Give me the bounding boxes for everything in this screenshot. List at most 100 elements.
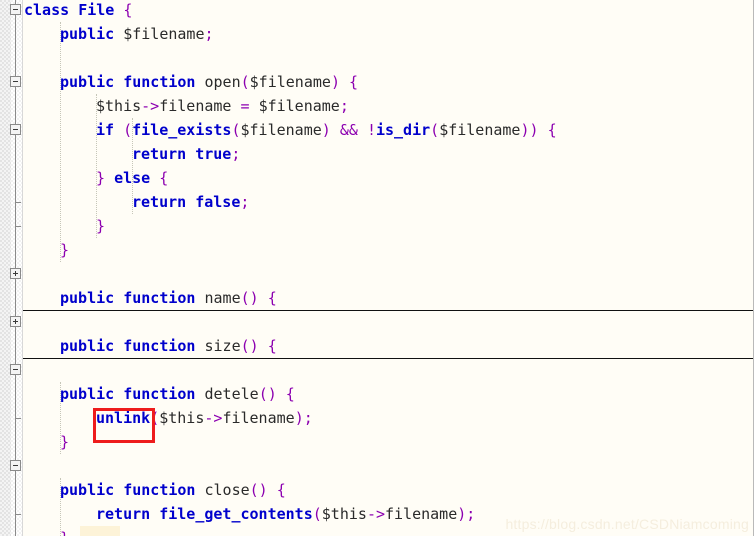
fold-collapsed-line [23, 358, 753, 359]
fold-collapse-icon[interactable] [10, 4, 21, 15]
code-token: detele [204, 385, 259, 403]
code-token: ( [312, 505, 322, 523]
fold-tick-icon [15, 202, 21, 203]
code-token: public [60, 25, 115, 43]
code-token: && [339, 121, 358, 139]
code-line[interactable]: return file_get_contents($this->filename… [96, 502, 475, 526]
code-line[interactable]: public function open($filename) { [60, 70, 358, 94]
code-line[interactable]: } [96, 214, 105, 238]
code-line[interactable]: } [60, 526, 69, 536]
code-line[interactable]: public function detele() { [60, 382, 295, 406]
code-token: File [78, 1, 115, 19]
code-token: size [204, 337, 241, 355]
code-token: { [159, 169, 169, 187]
code-token: filename [385, 505, 458, 523]
fold-collapse-icon[interactable] [10, 76, 21, 87]
code-line[interactable]: } [60, 238, 69, 262]
code-line[interactable]: } [60, 430, 69, 454]
code-token: } [96, 217, 106, 235]
code-token: function [123, 481, 196, 499]
fold-collapse-icon[interactable] [10, 364, 21, 375]
code-token: { [276, 481, 286, 499]
code-token: function [123, 73, 196, 91]
code-token: $this [321, 505, 367, 523]
code-token: = [240, 97, 250, 115]
code-token: public [60, 73, 115, 91]
code-token: return [132, 145, 187, 163]
fold-collapse-icon[interactable] [10, 460, 21, 471]
code-token: } [60, 433, 70, 451]
code-token: ( [123, 121, 133, 139]
code-token: ; [231, 145, 241, 163]
code-token: public [60, 481, 115, 499]
code-token: -> [204, 409, 223, 427]
code-token: close [204, 481, 250, 499]
code-line[interactable]: public function close() { [60, 478, 286, 502]
code-token: ) [457, 505, 467, 523]
code-token: function [123, 289, 196, 307]
code-token: ( [240, 73, 250, 91]
code-token: { [349, 73, 359, 91]
code-line[interactable]: public function size() { [60, 334, 277, 358]
code-editor[interactable]: class File {public $filename; public func… [0, 0, 754, 536]
code-token: { [267, 289, 277, 307]
code-line[interactable]: } else { [96, 166, 168, 190]
code-token: ) [321, 121, 331, 139]
code-token: ; [339, 97, 349, 115]
code-token: ! [366, 121, 376, 139]
code-line[interactable]: if (file_exists($filename) && !is_dir($f… [96, 118, 557, 142]
code-token: } [60, 241, 70, 259]
code-token: -> [141, 97, 160, 115]
code-token: file_exists [132, 121, 232, 139]
code-line[interactable]: $this->filename = $filename; [96, 94, 349, 118]
code-token: else [114, 169, 151, 187]
code-token: $filename [123, 25, 205, 43]
code-token: open [204, 73, 241, 91]
code-token: public [60, 337, 115, 355]
code-token: () [240, 337, 259, 355]
code-token: { [285, 385, 295, 403]
code-line[interactable]: unlink($this->filename); [96, 406, 313, 430]
code-token: ( [150, 409, 160, 427]
code-token: ( [231, 121, 241, 139]
code-token: -> [366, 505, 385, 523]
fold-collapse-icon[interactable] [10, 124, 21, 135]
code-token: if [96, 121, 115, 139]
code-token: is_dir [375, 121, 431, 139]
code-line[interactable]: public $filename; [60, 22, 214, 46]
fold-expand-icon[interactable] [10, 316, 21, 327]
code-token: true [195, 145, 232, 163]
watermark-text: https://blog.csdn.net/CSDNiamcoming [505, 516, 749, 532]
code-surface[interactable]: class File {public $filename; public func… [23, 0, 753, 536]
code-token: public [60, 289, 115, 307]
code-token: function [123, 337, 196, 355]
fold-expand-icon[interactable] [10, 268, 21, 279]
code-line[interactable]: return true; [132, 142, 240, 166]
fold-tick-icon [15, 226, 21, 227]
code-token: () [240, 289, 259, 307]
fold-tick-icon [15, 418, 21, 419]
code-token: } [96, 169, 106, 187]
code-line[interactable]: class File { [24, 0, 132, 22]
code-token: class [24, 1, 70, 19]
code-token: return [132, 193, 187, 211]
code-token: ) [294, 409, 304, 427]
code-line[interactable]: public function name() { [60, 286, 277, 310]
code-line[interactable]: return false; [132, 190, 249, 214]
